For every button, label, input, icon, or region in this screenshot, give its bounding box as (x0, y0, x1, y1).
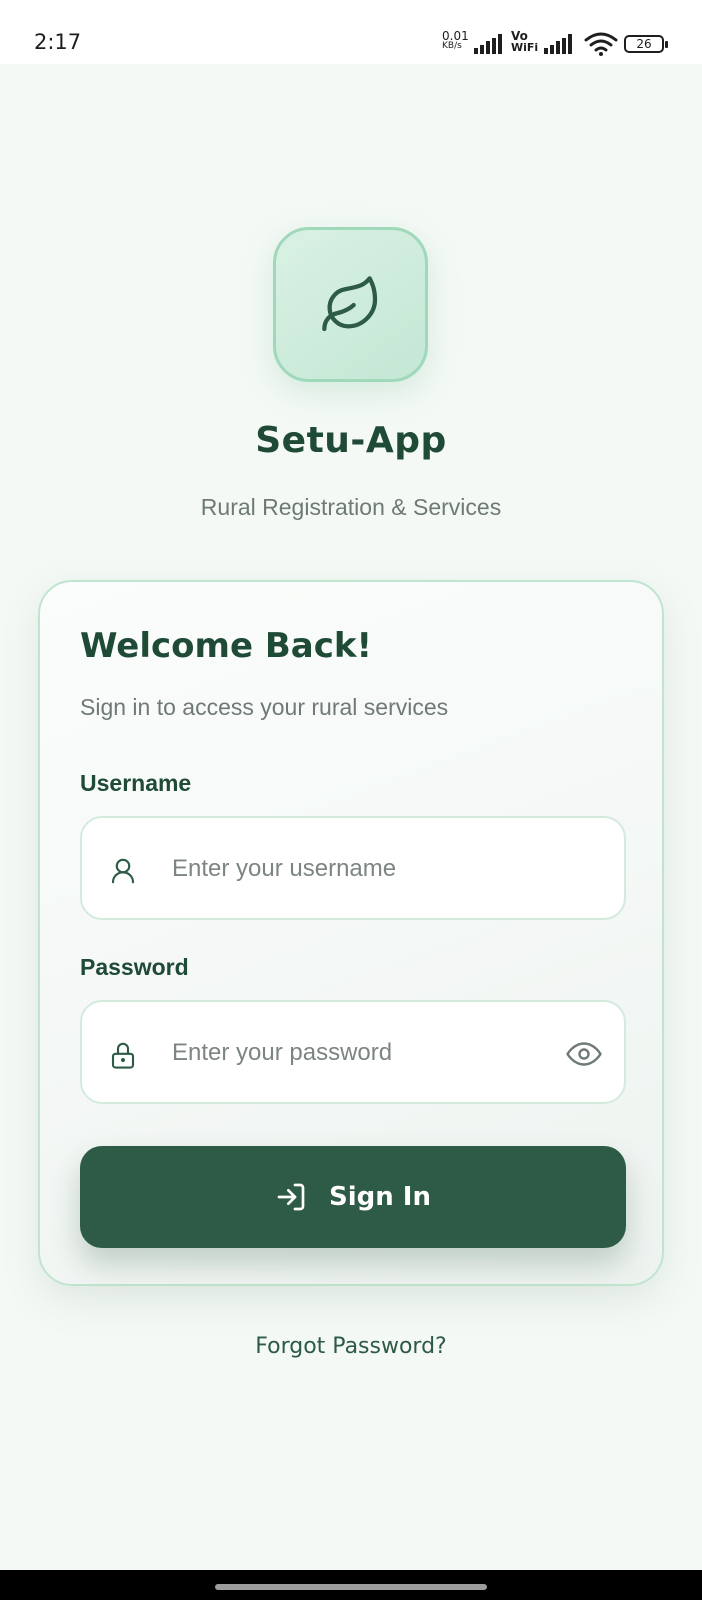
network-speed-unit: KB/s (442, 41, 462, 51)
wifi-icon (584, 32, 618, 56)
login-card: Welcome Back! Sign in to access your rur… (38, 580, 664, 1286)
user-icon (111, 858, 135, 884)
password-field[interactable] (80, 1000, 626, 1104)
network-speed: 0.01 KB/s (442, 30, 470, 51)
signal-icon (474, 34, 502, 54)
welcome-subheading: Sign in to access your rural services (80, 694, 449, 720)
welcome-heading: Welcome Back! (80, 626, 372, 666)
vowifi-indicator: Vo WiFi (511, 30, 539, 53)
leaf-icon (321, 275, 377, 331)
login-screen: 2:17 0.01 KB/s Vo WiFi 26 Setu-App Rural… (0, 0, 702, 1600)
home-gesture-handle[interactable] (215, 1584, 487, 1590)
password-input[interactable] (172, 1032, 532, 1074)
app-subtitle: Rural Registration & Services (200, 494, 502, 520)
login-arrow-icon (277, 1183, 305, 1211)
status-bar: 2:17 0.01 KB/s Vo WiFi 26 (0, 0, 702, 64)
username-input[interactable] (172, 848, 532, 890)
app-logo (273, 227, 428, 382)
signal-icon-2 (544, 34, 572, 54)
eye-icon[interactable] (566, 1040, 602, 1068)
password-label: Password (80, 954, 189, 980)
forgot-password-link[interactable]: Forgot Password? (0, 1334, 702, 1359)
username-label: Username (80, 770, 192, 796)
navigation-bar (0, 1570, 702, 1600)
wifi-label: WiFi (511, 41, 539, 54)
status-time: 2:17 (34, 30, 82, 54)
username-field[interactable] (80, 816, 626, 920)
lock-icon (111, 1042, 135, 1069)
sign-in-label: Sign In (329, 1182, 431, 1212)
sign-in-button[interactable]: Sign In (80, 1146, 626, 1248)
battery-indicator: 26 (624, 35, 668, 53)
app-title: Setu-App (255, 420, 447, 461)
